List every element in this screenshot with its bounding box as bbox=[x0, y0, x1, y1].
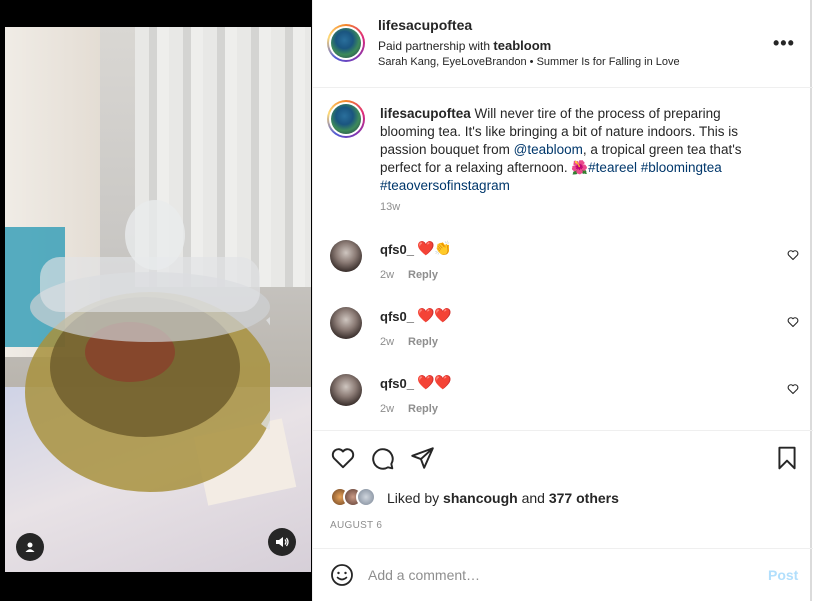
author-avatar[interactable] bbox=[327, 24, 365, 62]
person-icon bbox=[25, 542, 35, 552]
heart-icon[interactable] bbox=[787, 316, 799, 328]
likes-text: Liked by shancough and 377 others bbox=[387, 490, 619, 506]
glass-teapot bbox=[25, 200, 270, 492]
liker-avatar[interactable] bbox=[356, 487, 376, 507]
partner-username[interactable]: teabloom bbox=[493, 38, 551, 53]
more-options-button[interactable]: ••• bbox=[773, 34, 797, 52]
post-actions: Liked by shancough and 377 others AUGUST… bbox=[313, 430, 813, 548]
caption-text: lifesacupoftea Will never tire of the pr… bbox=[380, 105, 760, 195]
post-header: lifesacupoftea Paid partnership with tea… bbox=[313, 0, 813, 88]
caption-username[interactable]: lifesacupoftea bbox=[380, 106, 471, 121]
likes-connector: and bbox=[521, 490, 545, 506]
paid-partnership: Paid partnership with teabloom bbox=[378, 38, 551, 53]
heart-icon[interactable] bbox=[787, 383, 799, 395]
avatar-inner bbox=[329, 26, 363, 60]
commenter-avatar[interactable] bbox=[330, 240, 362, 272]
commenter-username[interactable]: qfs0_ bbox=[380, 309, 414, 324]
hashtag-link[interactable]: #teaoversofinstagram bbox=[380, 178, 510, 193]
likes-summary: Liked by shancough and 377 others bbox=[330, 487, 800, 509]
reply-button[interactable]: Reply bbox=[408, 336, 438, 348]
audio-attribution[interactable]: Sarah Kang, EyeLoveBrandon • Summer Is f… bbox=[378, 56, 680, 68]
post-details-panel: lifesacupoftea Paid partnership with tea… bbox=[312, 0, 813, 601]
comment-timestamp[interactable]: 2w bbox=[380, 269, 394, 281]
comment-input[interactable] bbox=[368, 564, 748, 586]
reply-button[interactable]: Reply bbox=[408, 269, 438, 281]
hashtag-link[interactable]: #teareel bbox=[588, 160, 637, 175]
audio-toggle-button[interactable] bbox=[268, 528, 296, 556]
reply-button[interactable]: Reply bbox=[408, 403, 438, 415]
avatar-inner bbox=[329, 102, 363, 136]
caption-avatar[interactable] bbox=[327, 100, 365, 138]
comment-icon[interactable] bbox=[369, 445, 395, 471]
speaker-icon bbox=[276, 537, 289, 547]
commenter-username[interactable]: qfs0_ bbox=[380, 376, 414, 391]
likes-count-link[interactable]: 377 others bbox=[549, 490, 619, 506]
liker-username[interactable]: shancough bbox=[443, 490, 518, 506]
heart-icon[interactable] bbox=[787, 249, 799, 261]
post-media bbox=[0, 0, 312, 601]
hashtag-link[interactable]: #bloomingtea bbox=[641, 160, 722, 175]
comment-text: ❤️👏 bbox=[417, 240, 452, 256]
post-video[interactable] bbox=[5, 27, 311, 572]
caption-timestamp[interactable]: 13w bbox=[380, 201, 400, 213]
partnership-prefix: Paid partnership with bbox=[378, 39, 491, 53]
add-comment-bar: Post bbox=[313, 548, 813, 601]
commenter-username[interactable]: qfs0_ bbox=[380, 242, 414, 257]
comment-text: ❤️❤️ bbox=[417, 307, 452, 323]
comment-timestamp[interactable]: 2w bbox=[380, 403, 394, 415]
avatar-image bbox=[331, 104, 361, 134]
mention-link[interactable]: @teabloom bbox=[514, 142, 583, 157]
likes-prefix: Liked by bbox=[387, 490, 440, 506]
avatar-image bbox=[331, 28, 361, 58]
paper-plane-icon[interactable] bbox=[409, 445, 435, 471]
post-date[interactable]: AUGUST 6 bbox=[330, 520, 382, 531]
author-username[interactable]: lifesacupoftea bbox=[378, 17, 472, 33]
post-comment-button[interactable]: Post bbox=[768, 567, 798, 583]
comment-timestamp[interactable]: 2w bbox=[380, 336, 394, 348]
smiley-icon[interactable] bbox=[330, 563, 354, 587]
comment-item: qfs0_ ❤️👏 2w Reply bbox=[313, 240, 813, 307]
comment-item: qfs0_ ❤️❤️ 2w Reply bbox=[313, 307, 813, 374]
user-tag-button[interactable] bbox=[16, 533, 44, 561]
comment-text: ❤️❤️ bbox=[417, 374, 452, 390]
heart-icon[interactable] bbox=[330, 445, 356, 471]
commenter-avatar[interactable] bbox=[330, 307, 362, 339]
bookmark-icon[interactable] bbox=[774, 445, 800, 471]
commenter-avatar[interactable] bbox=[330, 374, 362, 406]
